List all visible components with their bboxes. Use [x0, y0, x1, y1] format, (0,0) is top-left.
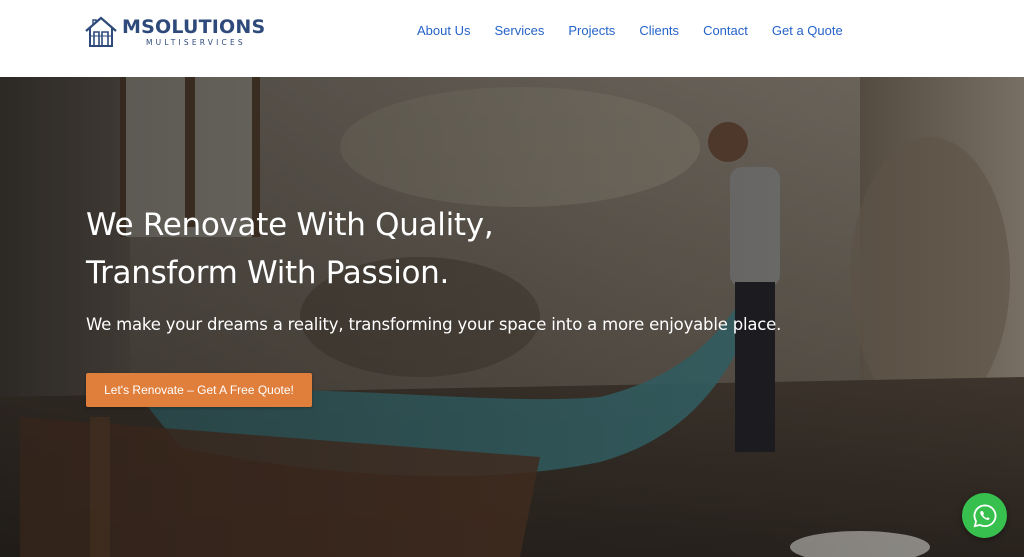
site-logo[interactable]: MSOLUTIONS MULTISERVICES: [84, 15, 265, 49]
whatsapp-icon: [973, 504, 996, 527]
page: MSOLUTIONS MULTISERVICES About Us Servic…: [0, 0, 1024, 557]
hero-section: We Renovate With Quality, Transform With…: [0, 77, 1024, 557]
hero-title-line-1: We Renovate With Quality,: [86, 207, 494, 243]
hero-title-line-2: Transform With Passion.: [86, 255, 450, 291]
hero-title: We Renovate With Quality, Transform With…: [86, 201, 606, 297]
nav-get-a-quote[interactable]: Get a Quote: [760, 23, 855, 39]
main-nav: About Us Services Projects Clients Conta…: [405, 23, 855, 39]
site-header: MSOLUTIONS MULTISERVICES About Us Servic…: [0, 0, 1024, 77]
nav-about-us[interactable]: About Us: [405, 23, 482, 39]
hero-subtitle: We make your dreams a reality, transform…: [86, 315, 782, 334]
nav-clients[interactable]: Clients: [627, 23, 691, 39]
nav-services[interactable]: Services: [482, 23, 556, 39]
brand-tagline: MULTISERVICES: [146, 37, 246, 47]
get-free-quote-button[interactable]: Let's Renovate – Get A Free Quote!: [86, 373, 312, 407]
brand-name: MSOLUTIONS: [122, 15, 266, 38]
whatsapp-chat-button[interactable]: [962, 493, 1007, 538]
nav-projects[interactable]: Projects: [556, 23, 627, 39]
house-logo-icon: [85, 16, 117, 47]
nav-contact[interactable]: Contact: [691, 23, 760, 39]
